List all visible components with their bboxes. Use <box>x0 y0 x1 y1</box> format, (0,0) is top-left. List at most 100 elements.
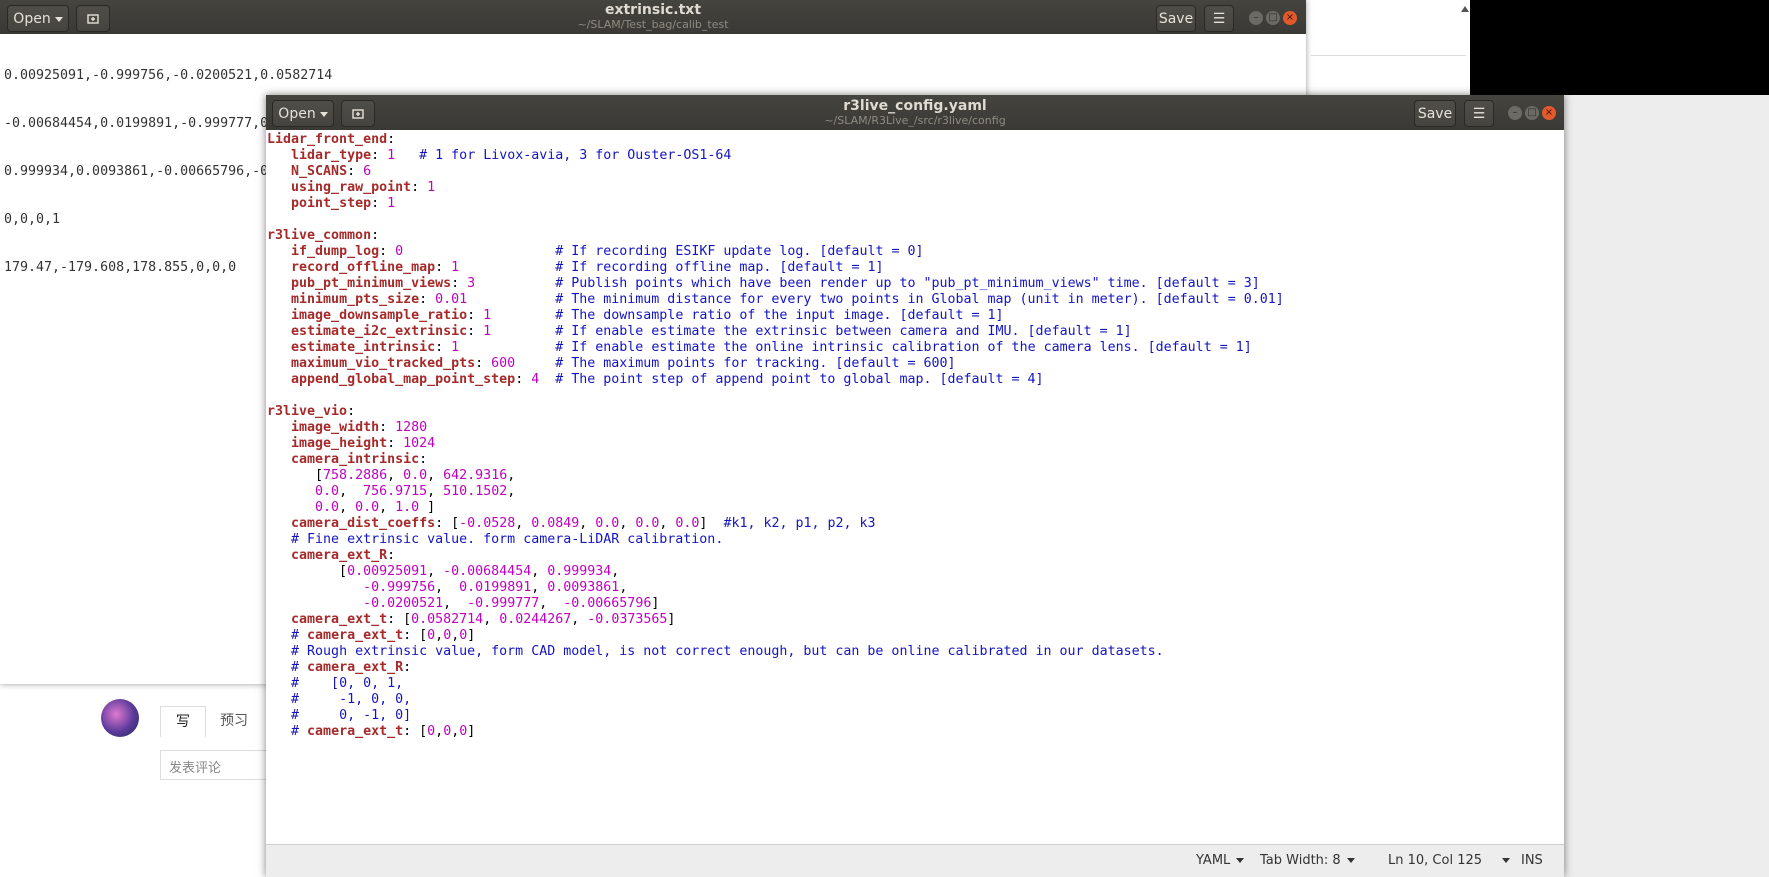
code-text: , <box>507 468 516 483</box>
menu-button[interactable]: ☰ <box>1464 100 1494 127</box>
code-line: [758.2886, 0.0, 642.9316, <box>267 468 1562 484</box>
code-comment: # 0, -1, 0] <box>291 708 412 723</box>
save-button[interactable]: Save <box>1156 5 1196 32</box>
background-scroll-up-icon[interactable] <box>1461 6 1469 12</box>
menu-button[interactable]: ☰ <box>1204 5 1234 32</box>
code-number: 0 <box>395 244 404 259</box>
code-number: -0.00684454 <box>443 564 532 579</box>
code-key: if_dump_log <box>291 244 380 259</box>
close-icon: × <box>1544 107 1554 118</box>
code-line: if_dump_log: 0 # If recording ESIKF upda… <box>267 244 1562 260</box>
maximize-button[interactable]: □ <box>1525 106 1539 120</box>
minimize-button[interactable]: – <box>1508 106 1522 120</box>
code-line: -0.999756, 0.0199891, 0.0093861, <box>267 580 1562 596</box>
code-text: , <box>571 612 588 627</box>
code-line: append_global_map_point_step: 4 # The po… <box>267 372 1562 388</box>
text-line: 0.00925091,-0.999756,-0.0200521,0.058271… <box>4 68 333 83</box>
code-number: 0.0093861 <box>547 580 620 595</box>
window-title: extrinsic.txt <box>604 2 702 18</box>
code-text: : <box>419 452 428 467</box>
maximize-icon: □ <box>1268 12 1278 23</box>
tab-width-selector[interactable]: Tab Width: 8 <box>1260 853 1355 868</box>
close-button[interactable]: × <box>1283 11 1297 25</box>
code-number: 756.9715 <box>363 484 428 499</box>
code-line: image_width: 1280 <box>267 420 1562 436</box>
code-text: : <box>371 228 380 243</box>
minimize-button[interactable]: – <box>1249 11 1263 25</box>
code-key: camera_ext_t <box>307 628 404 643</box>
code-text: : [ <box>403 724 428 739</box>
minimize-icon: – <box>1253 12 1259 23</box>
code-line: record_offline_map: 1 # If recording off… <box>267 260 1562 276</box>
code-text: , <box>435 580 460 595</box>
code-text: : <box>411 180 428 195</box>
status-bar: YAML Tab Width: 8 Ln 10, Col 125 INS <box>266 844 1564 877</box>
code-line: Lidar_front_end: <box>267 132 1562 148</box>
code-number: 0.0 <box>403 468 428 483</box>
code-line: N_SCANS: 6 <box>267 164 1562 180</box>
code-view[interactable]: Lidar_front_end: lidar_type: 1 # 1 for L… <box>267 132 1562 842</box>
comment-tab-preview[interactable]: 预习 <box>210 706 258 736</box>
code-key: using_raw_point <box>291 180 412 195</box>
maximize-button[interactable]: □ <box>1266 11 1280 25</box>
language-label: YAML <box>1196 853 1231 868</box>
code-key: image_downsample_ratio <box>291 308 468 323</box>
code-text: : <box>435 340 452 355</box>
comment-input[interactable]: 发表评论 <box>160 750 270 780</box>
close-button[interactable]: × <box>1542 106 1556 120</box>
chevron-down-icon <box>1502 858 1510 863</box>
code-text: : <box>387 548 396 563</box>
hamburger-icon: ☰ <box>1212 11 1226 27</box>
code-text: : [ <box>387 612 412 627</box>
code-key: r3live_common <box>267 228 372 243</box>
save-button[interactable]: Save <box>1414 100 1456 127</box>
cursor-position[interactable]: Ln 10, Col 125 <box>1388 853 1482 868</box>
code-number: 1 <box>387 148 396 163</box>
insert-mode: INS <box>1521 853 1543 868</box>
code-text: : <box>371 148 388 163</box>
code-line: camera_dist_coeffs: [-0.0528, 0.0849, 0.… <box>267 516 1562 532</box>
code-comment: # The maximum points for tracking. [defa… <box>555 356 956 371</box>
code-number: 1 <box>387 196 396 211</box>
code-comment: # The point step of append point to glob… <box>555 372 1044 387</box>
code-comment: # If enable estimate the online intrinsi… <box>555 340 1252 355</box>
code-number: 1 <box>451 340 460 355</box>
code-key: r3live_vio <box>267 404 348 419</box>
code-line: # [0, 0, 1, <box>267 676 1562 692</box>
code-text: , <box>339 500 356 515</box>
language-selector[interactable]: YAML <box>1196 853 1245 868</box>
code-number: 0.0199891 <box>459 580 532 595</box>
position-menu-chevron[interactable] <box>1496 853 1510 868</box>
code-text: , <box>339 484 364 499</box>
comment-tab-write[interactable]: 写 <box>160 706 206 737</box>
code-text: , <box>611 564 620 579</box>
dark-desktop-area <box>1470 0 1769 95</box>
code-line: # camera_ext_t: [0,0,0] <box>267 628 1562 644</box>
code-number: 0.0582714 <box>411 612 484 627</box>
code-text: [ <box>267 468 324 483</box>
code-comment: # <box>291 724 308 739</box>
window-title: r3live_config.yaml <box>843 98 987 114</box>
close-icon: × <box>1285 12 1295 23</box>
code-number: 0.999934 <box>547 564 612 579</box>
code-text: ] <box>667 612 676 627</box>
code-key: camera_ext_R <box>291 548 388 563</box>
code-text: : <box>347 404 356 419</box>
